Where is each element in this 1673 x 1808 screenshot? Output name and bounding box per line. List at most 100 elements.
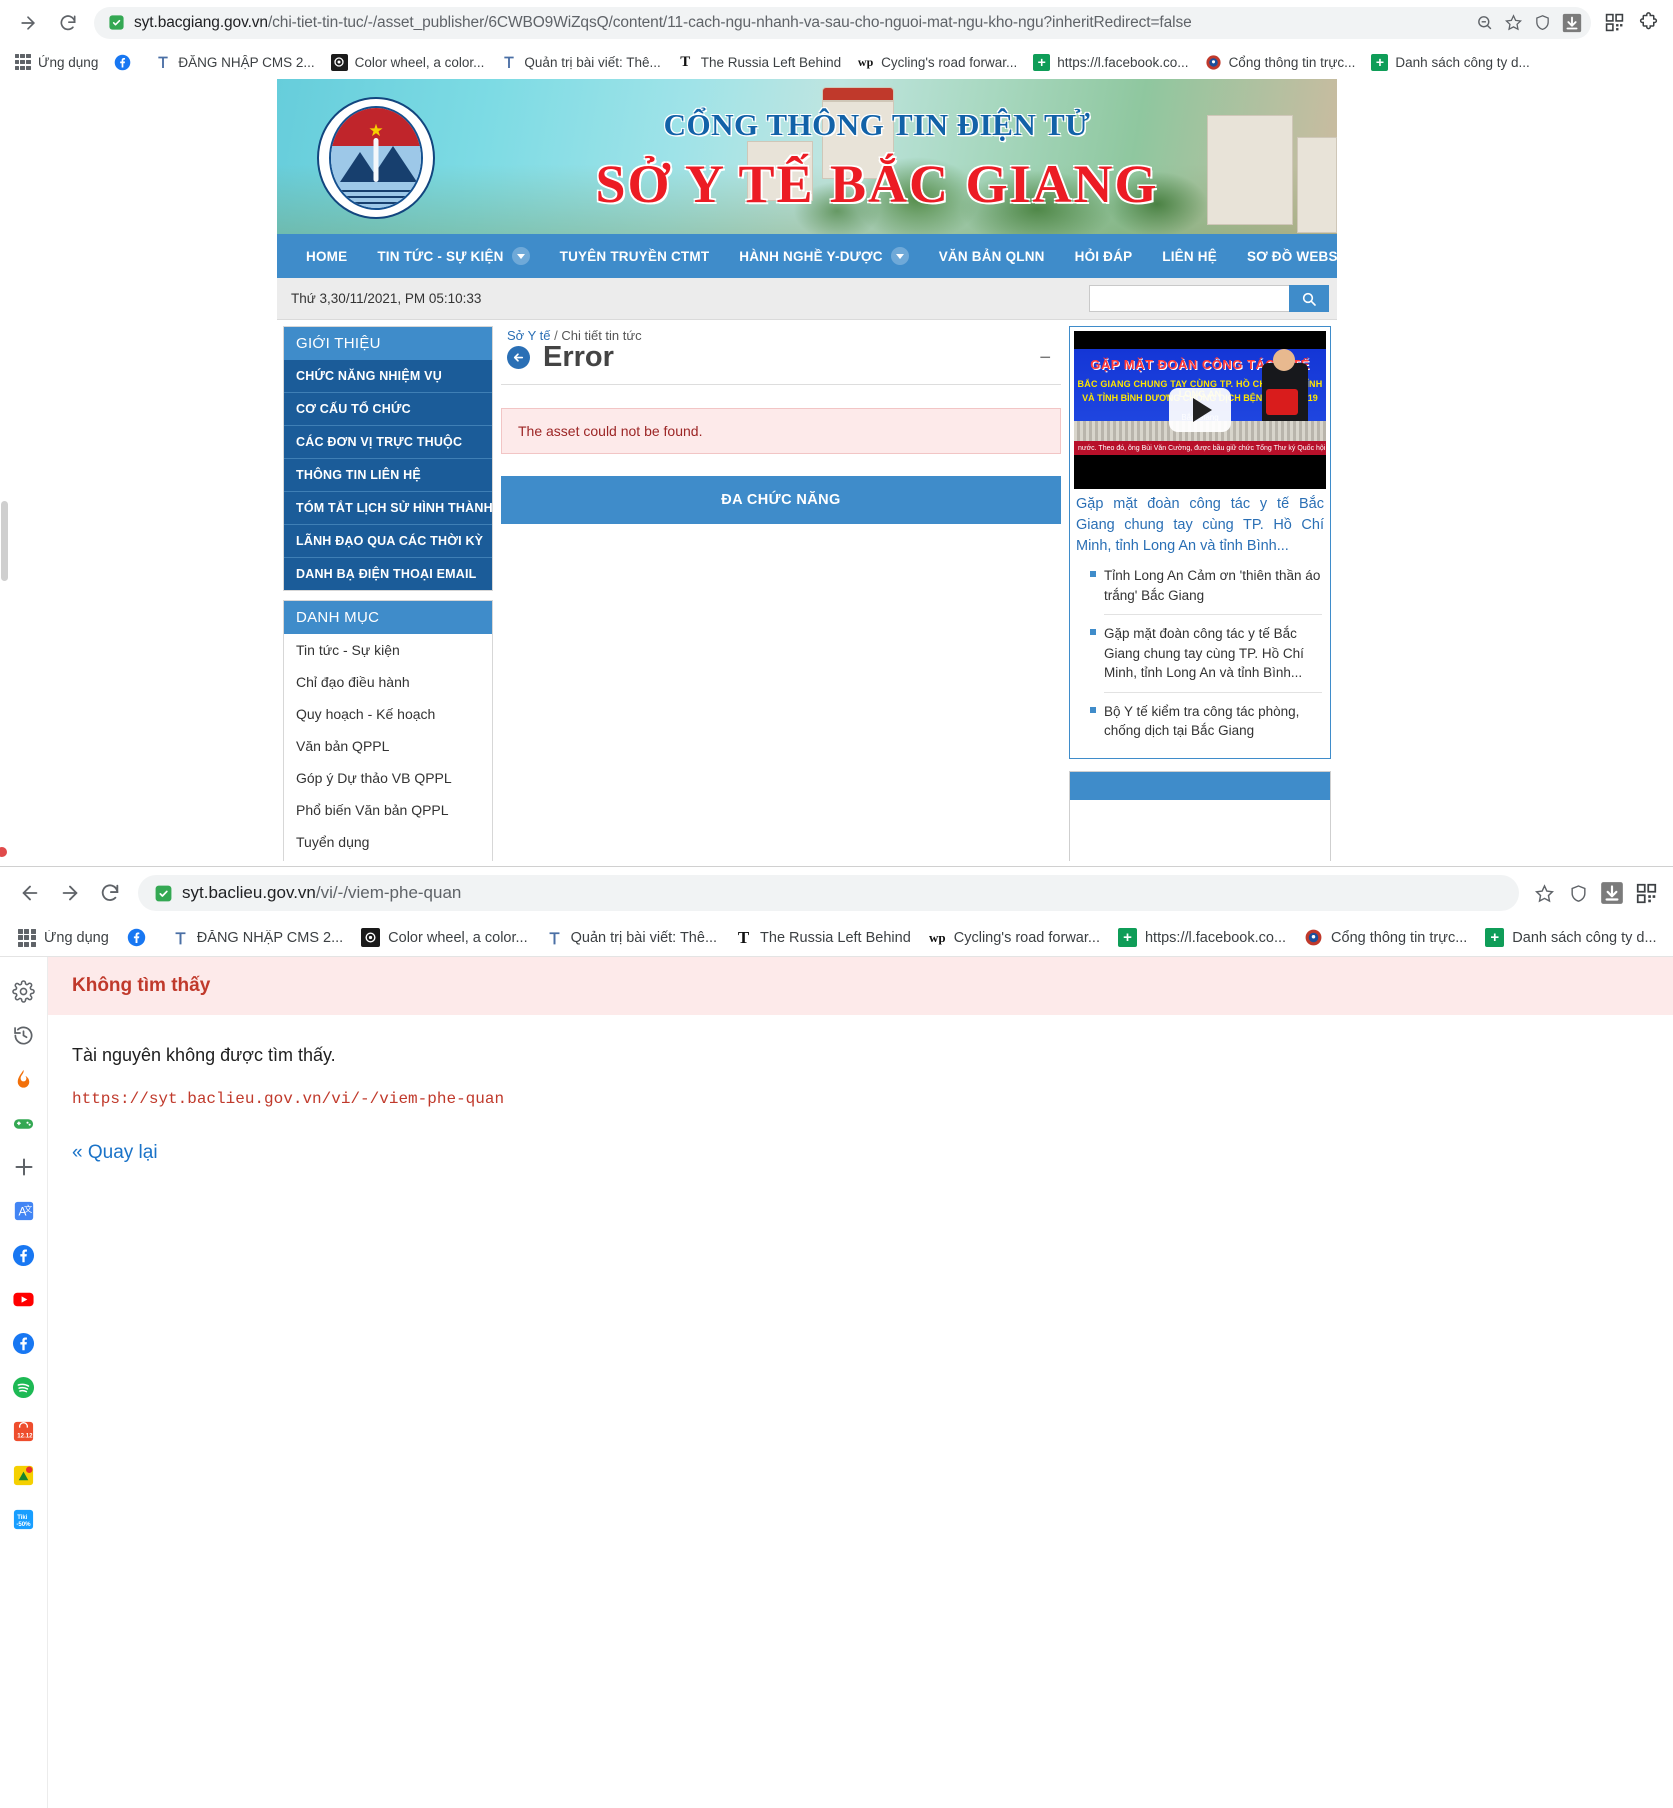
gear-icon[interactable] [2,969,46,1013]
category-item-recruitment[interactable]: Tuyển dụng [284,826,492,858]
bookmark-cms-login[interactable]: ĐĂNG NHẬP CMS 2... [163,925,352,950]
category-item-direction[interactable]: Chỉ đạo điều hành [284,666,492,698]
bookmark-apps[interactable]: Ứng dụng [6,51,106,74]
nav-item-sitemap[interactable]: SƠ ĐỒ WEBSITE [1232,234,1374,278]
tiki-icon[interactable]: Tiki -50% [2,1497,46,1541]
bookmark-facebook[interactable] [118,924,163,951]
bookmark-color-wheel[interactable]: Color wheel, a color... [323,51,493,74]
sidebar-item-contact-info[interactable]: THÔNG TIN LIÊN HỆ [284,459,492,492]
sidebar-item-units[interactable]: CÁC ĐƠN VỊ TRỰC THUỘC [284,426,492,459]
bookmark-portal[interactable]: Cổng thông tin trực... [1197,51,1364,74]
list-item[interactable]: Bộ Y tế kiểm tra công tác phòng, chống d… [1090,693,1322,750]
chevron-down-icon[interactable] [511,247,530,265]
bookmark-portal[interactable]: Cổng thông tin trực... [1295,924,1476,951]
nav-item-news[interactable]: TIN TỨC - SỰ KIỆN [362,234,544,278]
facebook-icon[interactable] [2,1233,46,1277]
bookmark-nytimes[interactable]: T The Russia Left Behind [726,925,920,950]
bookmark-article-admin[interactable]: Quản trị bài viết: Thê... [492,51,668,74]
address-bar[interactable]: syt.baclieu.gov.vn/vi/-/viem-phe-quan [138,875,1519,911]
bookmark-company-list[interactable]: + Danh sách công ty d... [1363,51,1537,74]
download-icon[interactable] [1558,9,1585,36]
extensions-puzzle-icon[interactable] [1631,6,1665,40]
qr-code-icon[interactable] [1629,876,1663,910]
back-link[interactable]: « Quay lại [48,1108,1673,1164]
text-t-icon [172,929,189,946]
game-controller-icon[interactable] [2,1101,46,1145]
bookmark-star-icon[interactable] [1527,876,1561,910]
sheets-icon: + [1033,53,1051,71]
list-item[interactable]: Tỉnh Long An Cảm ơn 'thiên thần áo trắng… [1090,557,1322,616]
sidebar-item-history[interactable]: TÓM TẮT LỊCH SỬ HÌNH THÀNH [284,492,492,525]
nav-item-faq[interactable]: HỎI ĐÁP [1060,234,1148,278]
forward-button[interactable] [50,873,90,913]
category-item-feedback[interactable]: Góp ý Dự thảo VB QPPL [284,762,492,794]
sidebar-item-leaders[interactable]: LÃNH ĐẠO QUA CÁC THỜI KỲ [284,525,492,558]
error-page-content: Không tìm thấy Tài nguyên không được tìm… [48,957,1673,1808]
spotify-icon[interactable] [2,1365,46,1409]
lazada-icon[interactable] [2,1453,46,1497]
search-button[interactable] [1289,285,1329,312]
category-item-dissemination[interactable]: Phổ biến Văn bản QPPL [284,794,492,826]
nav-label: VĂN BẢN QLNN [938,248,1045,264]
nav-item-contact[interactable]: LIÊN HỆ [1147,234,1232,278]
bookmark-star-icon[interactable] [1500,9,1527,36]
translate-icon[interactable]: A文 [2,1189,46,1233]
site-banner: ★ CỔNG THÔNG TIN ĐIỆN TỬ SỞ Y TẾ BẮC GIA… [277,79,1337,234]
back-button[interactable] [10,873,50,913]
shield-icon[interactable] [1529,9,1556,36]
bookmark-company-list[interactable]: + Danh sách công ty d... [1476,924,1665,951]
facebook-messenger-icon[interactable] [2,1321,46,1365]
category-item-planning[interactable]: Quy hoạch - Kế hoạch [284,698,492,730]
forward-button[interactable] [8,3,48,43]
bookmark-facebook-link[interactable]: + https://l.facebook.co... [1109,924,1295,951]
zoom-out-icon[interactable] [1471,9,1498,36]
add-icon[interactable] [2,1145,46,1189]
color-wheel-icon [330,53,348,71]
reload-button[interactable] [90,873,130,913]
sidebar-item-directory[interactable]: DANH BẠ ĐIỆN THOẠI EMAIL [284,558,492,590]
youtube-icon[interactable] [2,1277,46,1321]
multifunction-button[interactable]: ĐA CHỨC NĂNG [501,476,1061,524]
page-scrollbar-left[interactable] [0,171,9,841]
category-item-projects[interactable]: Dự án đầu tư [284,858,492,861]
history-icon[interactable] [2,1013,46,1057]
bookmark-facebook-link[interactable]: + https://l.facebook.co... [1025,51,1196,74]
url-host: syt.bacgiang.gov.vn [134,13,268,31]
bookmark-washingtonpost[interactable]: wp Cycling's road forwar... [849,51,1025,74]
shield-icon[interactable] [1561,876,1595,910]
address-bar[interactable]: syt.bacgiang.gov.vn/chi-tiet-tin-tuc/-/a… [94,6,1591,39]
search-input[interactable] [1089,285,1289,312]
sidebar-item-functions[interactable]: CHỨC NĂNG NHIỆM VỤ [284,360,492,393]
bookmark-cms-login[interactable]: ĐĂNG NHẬP CMS 2... [146,51,322,74]
nav-item-legal-docs[interactable]: VĂN BẢN QLNN [924,234,1060,278]
play-button-icon[interactable] [1169,388,1231,432]
chevron-down-icon[interactable] [890,247,909,265]
bookmark-nytimes[interactable]: T The Russia Left Behind [669,51,849,74]
back-arrow-icon[interactable] [507,346,530,369]
list-item[interactable]: Gặp mặt đoàn công tác y tế Bắc Giang chu… [1090,615,1322,693]
flame-icon[interactable] [2,1057,46,1101]
bookmark-article-admin[interactable]: Quản trị bài viết: Thê... [537,925,726,950]
collapse-icon[interactable]: − [1039,348,1055,368]
bookmark-apps[interactable]: Ứng dụng [8,924,118,951]
category-item-legal[interactable]: Văn bản QPPL [284,730,492,762]
video-caption[interactable]: Gặp mặt đoàn công tác y tế Bắc Giang chu… [1074,489,1326,557]
reload-button[interactable] [48,3,88,43]
nav-item-propaganda[interactable]: TUYÊN TRUYỀN CTMT [545,234,725,278]
sidebar-item-structure[interactable]: CƠ CẤU TỔ CHỨC [284,393,492,426]
bookmark-washingtonpost[interactable]: wp Cycling's road forwar... [920,925,1109,950]
shopee-icon[interactable]: 12.12 [2,1409,46,1453]
scrollbar-thumb[interactable] [1,501,8,581]
bookmark-facebook[interactable] [106,51,146,74]
category-item-news[interactable]: Tin tức - Sự kiện [284,634,492,666]
bookmark-color-wheel[interactable]: Color wheel, a color... [352,924,536,951]
qr-code-icon[interactable] [1597,6,1631,40]
video-player[interactable]: GẶP MẶT ĐOÀN CÔNG TÁC Y TẾ BẮC GIANG CHU… [1074,331,1326,489]
video-ticker: nước. Theo đó, ông Bùi Văn Cường, được b… [1074,441,1326,455]
nytimes-icon: T [737,927,750,947]
svg-text:-50%: -50% [16,1521,31,1528]
news-list: Tỉnh Long An Cảm ơn 'thiên thần áo trắng… [1074,557,1326,754]
nav-item-home[interactable]: HOME [291,234,362,278]
nav-item-medical-practice[interactable]: HÀNH NGHỀ Y-DƯỢC [724,234,923,278]
download-icon[interactable] [1595,876,1629,910]
